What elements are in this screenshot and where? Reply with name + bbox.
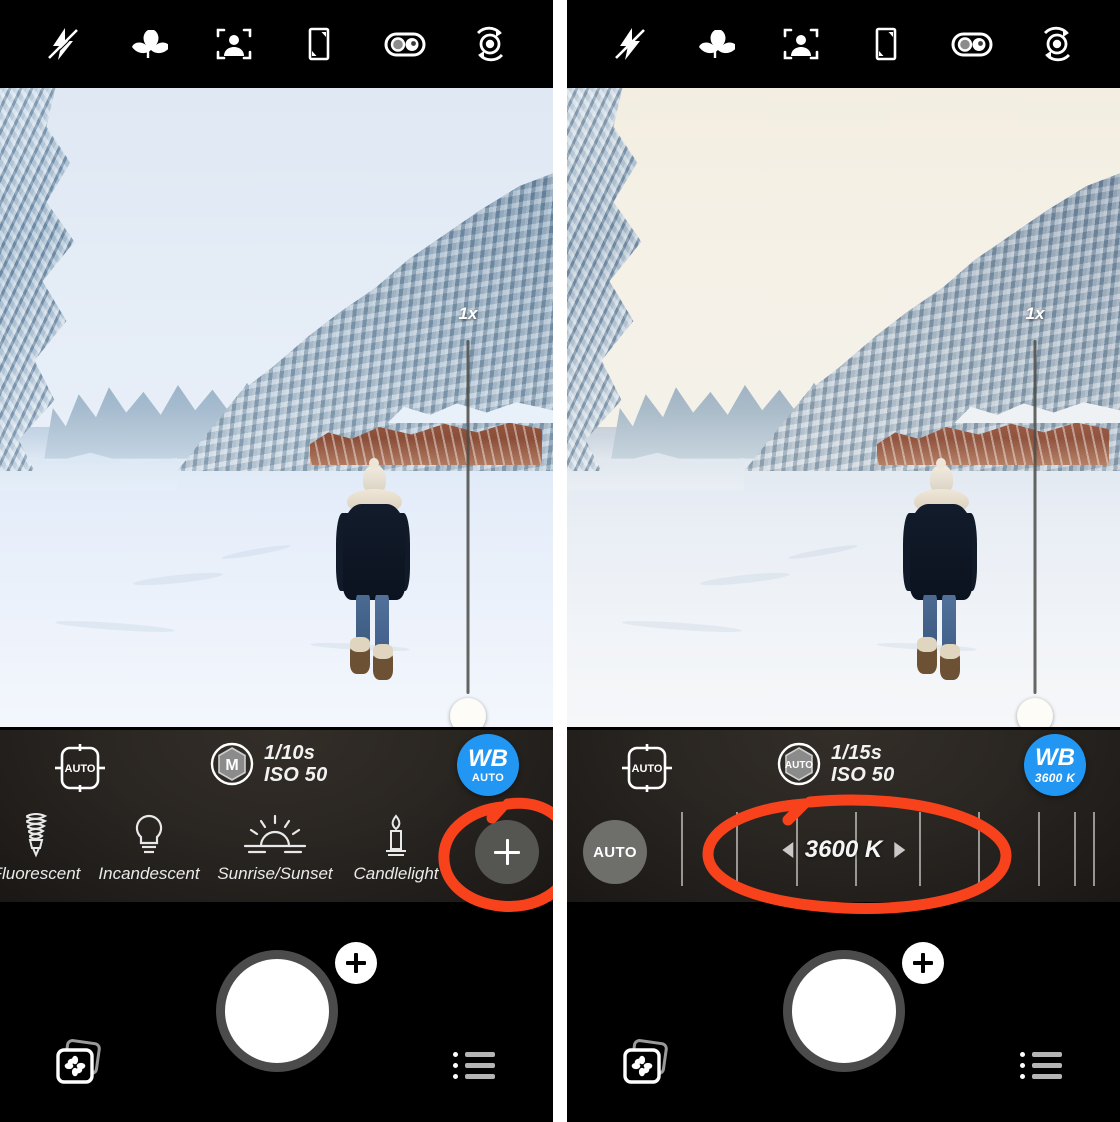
preset-incandescent[interactable]: Incandescent — [85, 810, 213, 884]
sun-horizon-icon — [237, 810, 313, 860]
zoom-slider-knob[interactable] — [1017, 698, 1053, 727]
wb-badge-main-label: WB — [1035, 744, 1075, 771]
iso-value: ISO 50 — [264, 764, 328, 787]
shutter-speed-value: 1/15s — [831, 742, 883, 764]
add-custom-wb-button[interactable] — [475, 820, 539, 884]
exposure-values: 1/10s ISO 50 — [264, 742, 327, 787]
shutter-plus-button[interactable] — [901, 942, 944, 984]
flash-off-icon[interactable] — [40, 21, 86, 67]
settings-menu-button[interactable] — [1020, 1052, 1062, 1086]
zoom-slider[interactable]: 1x — [438, 304, 498, 727]
camera-top-toolbar — [0, 0, 553, 88]
dual-lens-icon[interactable] — [382, 21, 428, 67]
exposure-readout[interactable]: M 1/10s ISO 50 — [210, 742, 327, 787]
gallery-thumbnail-button[interactable] — [52, 1038, 108, 1090]
kelvin-temperature-slider[interactable]: AUTO 3600 K — [567, 806, 1120, 902]
exposure-values: 1/15s ISO 50 — [831, 742, 894, 787]
gallery-thumbnail-button[interactable] — [619, 1038, 675, 1090]
settings-menu-button[interactable] — [453, 1052, 495, 1086]
metering-mode-icon: AUTO — [777, 743, 821, 786]
preset-fluorescent-label: Fluorescent — [0, 864, 81, 883]
zoom-level-label: 1x — [1025, 304, 1045, 323]
macro-icon[interactable] — [692, 21, 738, 67]
flip-camera-icon[interactable] — [1034, 21, 1080, 67]
wb-auto-label: AUTO — [593, 843, 637, 861]
viewfinder-preview[interactable]: 1x — [567, 88, 1120, 727]
preset-sunrise-sunset[interactable]: Sunrise/Sunset — [211, 810, 339, 884]
light-bulb-icon — [129, 810, 169, 860]
zoom-slider-track[interactable] — [466, 340, 470, 694]
shutter-bar — [0, 902, 553, 1122]
manual-kelvin-panel: 1x AUTO AUTO 1/15s ISO 50 WB 3600 K AUTO… — [567, 0, 1120, 1122]
wb-badge-sub-label: AUTO — [471, 771, 505, 784]
shutter-button[interactable] — [782, 950, 905, 1072]
kelvin-value-text: 3600 K — [804, 836, 883, 863]
dual-lens-icon[interactable] — [949, 21, 995, 67]
macro-icon[interactable] — [125, 21, 171, 67]
flash-off-icon[interactable] — [607, 21, 653, 67]
shutter-plus-button[interactable] — [334, 942, 377, 984]
preset-candlelight-label: Candlelight — [353, 864, 439, 883]
white-balance-badge[interactable]: WB AUTO — [457, 734, 519, 796]
person-in-snow — [896, 457, 984, 682]
preset-sunrise-sunset-label: Sunrise/Sunset — [217, 864, 333, 883]
wb-auto-button[interactable]: AUTO — [583, 820, 647, 884]
face-detect-icon[interactable] — [778, 21, 824, 67]
status-row: AUTO M 1/10s ISO 50 WB AUTO — [0, 730, 553, 806]
fluorescent-bulb-icon — [15, 810, 57, 860]
exposure-readout[interactable]: AUTO 1/15s ISO 50 — [777, 742, 894, 787]
auto-white-balance-panel: 1x AUTO M 1/10s ISO 50 WB AUTO Fluoresce… — [0, 0, 553, 1122]
focus-mode-text: AUTO — [65, 763, 96, 775]
preset-incandescent-label: Incandescent — [98, 864, 200, 883]
face-detect-icon[interactable] — [211, 21, 257, 67]
status-row: AUTO AUTO 1/15s ISO 50 WB 3600 K — [567, 730, 1120, 806]
focus-mode-text: AUTO — [632, 763, 663, 775]
zoom-slider-knob[interactable] — [450, 698, 486, 727]
zoom-slider-track[interactable] — [1033, 340, 1037, 694]
focus-mode-indicator[interactable]: AUTO — [619, 742, 675, 794]
iso-value: ISO 50 — [831, 764, 895, 787]
candle-icon — [379, 810, 413, 860]
white-balance-control-panel: AUTO M 1/10s ISO 50 WB AUTO Fluorescent … — [0, 730, 553, 902]
camera-top-toolbar — [567, 0, 1120, 88]
zoom-slider[interactable]: 1x — [1005, 304, 1065, 727]
wb-badge-sub-label: 3600 K — [1034, 771, 1076, 785]
aspect-ratio-icon[interactable] — [296, 21, 342, 67]
viewfinder-preview[interactable]: 1x — [0, 88, 553, 727]
zoom-level-label: 1x — [458, 304, 478, 323]
white-balance-preset-row[interactable]: Fluorescent Incandescent Sunrise/Sunset … — [0, 806, 553, 902]
focus-mode-indicator[interactable]: AUTO — [52, 742, 108, 794]
increase-temperature-arrow[interactable] — [894, 842, 906, 858]
kelvin-temperature-value[interactable]: 3600 K — [781, 836, 906, 864]
shutter-button[interactable] — [215, 950, 338, 1072]
metering-mode-text: AUTO — [785, 760, 813, 771]
comparison-screenshot: 1x AUTO M 1/10s ISO 50 WB AUTO Fluoresce… — [0, 0, 1120, 1122]
flip-camera-icon[interactable] — [467, 21, 513, 67]
person-in-snow — [329, 457, 417, 682]
wb-badge-main-label: WB — [468, 744, 508, 772]
shutter-speed-value: 1/10s — [264, 742, 316, 764]
metering-mode-text: M — [225, 757, 238, 774]
metering-mode-icon: M — [210, 743, 254, 786]
preset-candlelight[interactable]: Candlelight — [332, 810, 460, 884]
shutter-bar — [567, 902, 1120, 1122]
white-balance-control-panel: AUTO AUTO 1/15s ISO 50 WB 3600 K AUTO 36… — [567, 730, 1120, 902]
white-balance-badge[interactable]: WB 3600 K — [1024, 734, 1086, 796]
decrease-temperature-arrow[interactable] — [781, 842, 793, 858]
aspect-ratio-icon[interactable] — [863, 21, 909, 67]
